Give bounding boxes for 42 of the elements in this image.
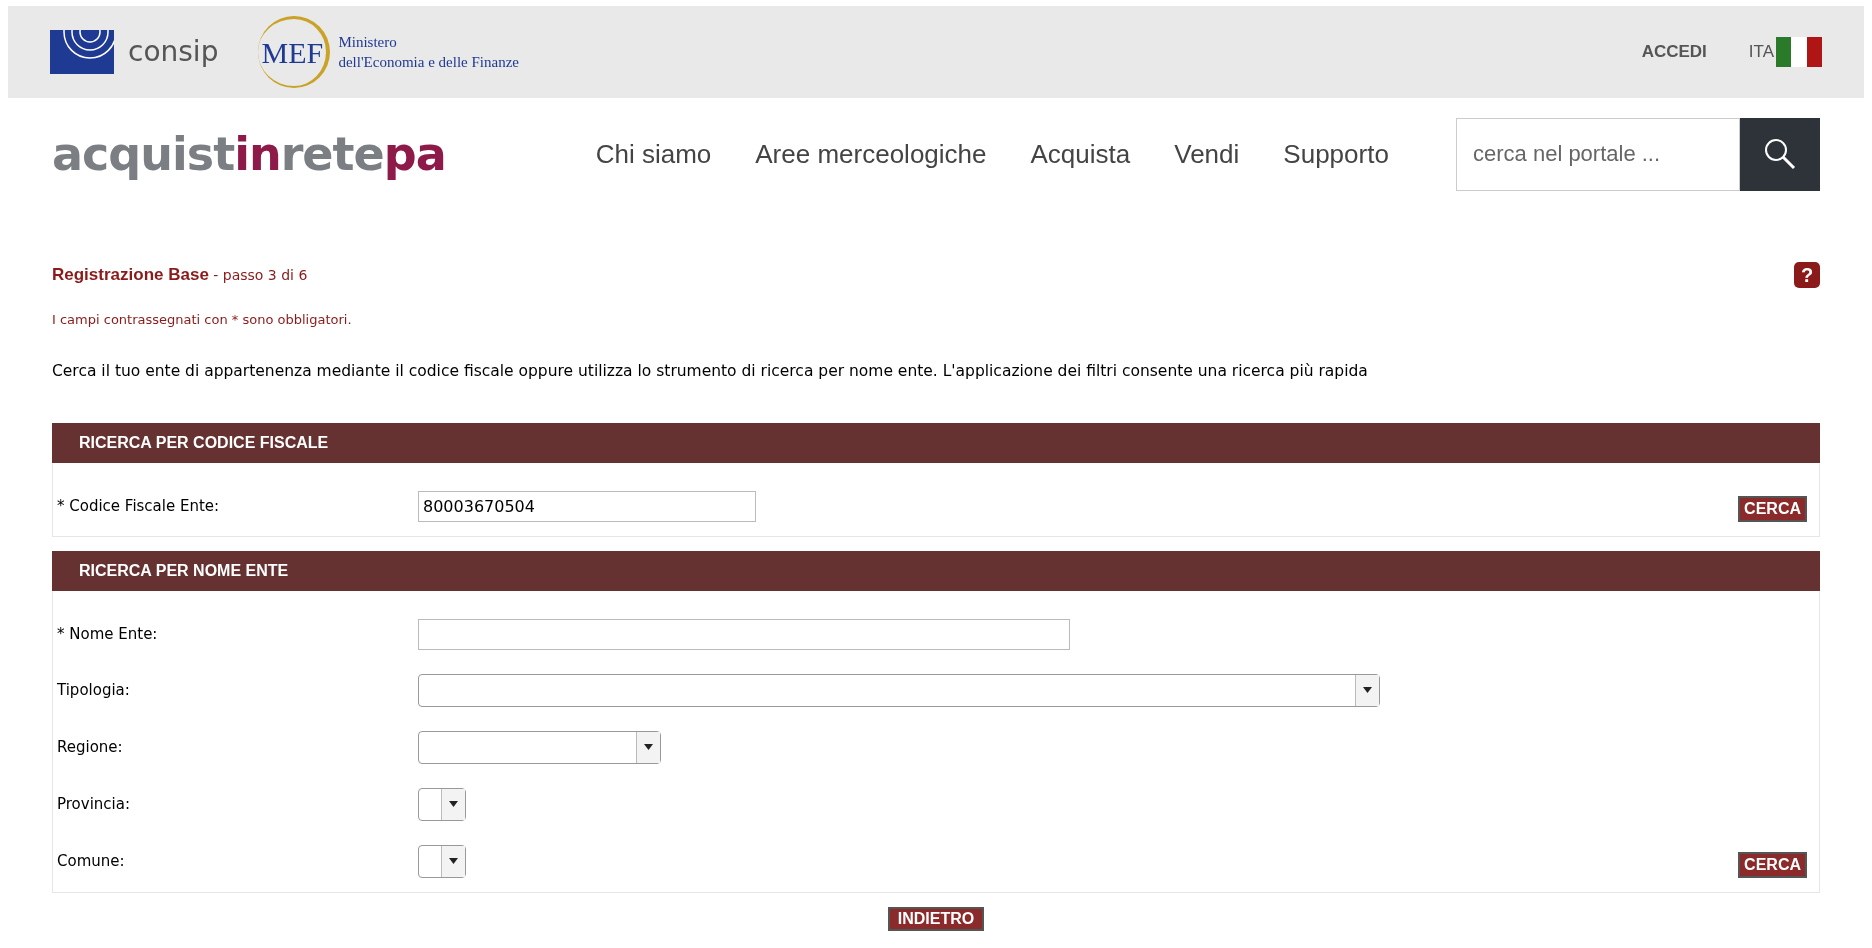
consip-wordmark: consip (128, 34, 219, 70)
login-link[interactable]: ACCEDI (1641, 39, 1707, 65)
back-button[interactable]: INDIETRO (887, 906, 985, 931)
search-submit-button[interactable]: CERCA (1738, 495, 1807, 522)
language-link[interactable]: ITA (1748, 39, 1774, 65)
field-label: Comune: (57, 851, 126, 872)
consip-logo-icon (50, 30, 114, 74)
field-label: Regione: (57, 737, 124, 758)
caret-icon (441, 788, 465, 820)
search-button[interactable] (1740, 117, 1820, 191)
search-icon (1763, 137, 1797, 171)
caret-icon (636, 731, 660, 763)
nav-link[interactable]: Aree merceologiche (755, 134, 987, 174)
dropdown-field[interactable] (418, 787, 466, 821)
field-label: Provincia: (57, 794, 131, 815)
search-submit-button[interactable]: CERCA (1738, 851, 1807, 878)
dropdown-field[interactable] (418, 730, 661, 764)
text-field[interactable]: 80003670504 (418, 490, 756, 522)
page-title: Registrazione Base (52, 264, 209, 287)
text-field[interactable] (418, 618, 1070, 650)
section-header: RICERCA PER CODICE FISCALE (52, 422, 1820, 463)
dropdown-field[interactable] (418, 673, 1380, 707)
caret-icon (441, 845, 465, 877)
site-logo[interactable]: acquistinretepa (52, 119, 446, 189)
nav-link[interactable]: Vendi (1174, 134, 1240, 174)
caret-icon (1355, 674, 1379, 706)
nav-link[interactable]: Acquista (1030, 134, 1131, 174)
field-label: * Codice Fiscale Ente: (57, 496, 221, 517)
required-note: I campi contrassegnati con * sono obbligatori. (52, 311, 353, 329)
flag-icon (1776, 37, 1822, 67)
help-button[interactable]: ? (1794, 262, 1820, 288)
field-label: * Nome Ente: (57, 624, 159, 645)
search-field[interactable]: cerca nel portale ... (1456, 117, 1740, 191)
nav-link[interactable]: Chi siamo (595, 134, 712, 174)
section-header: RICERCA PER NOME ENTE (52, 550, 1820, 591)
intro-text: Cerca il tuo ente di appartenenza mediante il codice fiscale oppure utilizza lo strumento di ricerca per nome ente. L'applicazione dei filtri consente una ricerca più rapida (52, 360, 1369, 382)
dropdown-field[interactable] (418, 844, 466, 878)
ministry-name: dell'Economia e delle Finanze (338, 53, 519, 72)
field-label: Tipologia: (57, 680, 131, 701)
step-indicator: - passo 3 di 6 (212, 266, 308, 286)
ministry-name: Ministero (338, 33, 398, 52)
nav-link[interactable]: Supporto (1283, 134, 1389, 174)
